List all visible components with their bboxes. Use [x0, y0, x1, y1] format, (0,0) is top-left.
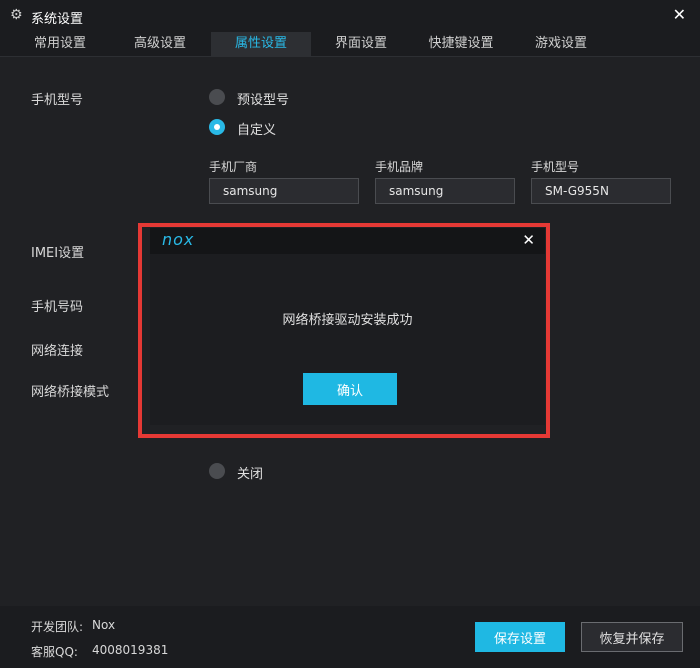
team-label: 开发团队:: [31, 620, 84, 634]
model-input[interactable]: [531, 178, 671, 204]
tab-shortcut-settings[interactable]: 快捷键设置: [411, 32, 511, 56]
tab-game-settings[interactable]: 游戏设置: [511, 32, 611, 56]
radio-preset-model-label: 预设型号: [237, 93, 290, 108]
radio-bridge-off-label: 关闭: [237, 467, 264, 482]
highlight-box: [138, 223, 550, 438]
tab-bar: 常用设置 高级设置 属性设置 界面设置 快捷键设置 游戏设置: [0, 32, 700, 56]
radio-bridge-off[interactable]: [209, 463, 225, 479]
radio-custom-model-label: 自定义: [237, 123, 277, 138]
phone-number-label: 手机号码: [31, 300, 84, 315]
window-title: 系统设置: [31, 12, 84, 27]
gear-icon: ⚙: [10, 7, 23, 23]
brand-label: 手机品牌: [375, 160, 424, 174]
imei-label: IMEI设置: [31, 246, 85, 261]
network-label: 网络连接: [31, 344, 84, 359]
title-bar: ⚙ 系统设置 ✕: [0, 0, 700, 32]
tab-property-settings[interactable]: 属性设置: [211, 32, 311, 56]
bridge-mode-label: 网络桥接模式: [31, 385, 110, 400]
qq-value: 4008019381: [92, 643, 169, 657]
radio-preset-model[interactable]: [209, 89, 225, 105]
manufacturer-input[interactable]: [209, 178, 359, 204]
model-label: 手机型号: [531, 160, 580, 174]
close-icon[interactable]: ✕: [673, 5, 686, 24]
tab-advanced-settings[interactable]: 高级设置: [110, 32, 210, 56]
radio-custom-model[interactable]: [209, 119, 225, 135]
tab-divider: [0, 56, 700, 57]
team-value: Nox: [92, 618, 116, 632]
tab-common-settings[interactable]: 常用设置: [10, 32, 110, 56]
phone-model-label: 手机型号: [31, 93, 84, 108]
manufacturer-label: 手机厂商: [209, 160, 258, 174]
tab-interface-settings[interactable]: 界面设置: [311, 32, 411, 56]
qq-label: 客服QQ:: [31, 645, 78, 659]
brand-input[interactable]: [375, 178, 515, 204]
save-settings-button[interactable]: 保存设置: [475, 622, 565, 652]
restore-and-save-button[interactable]: 恢复并保存: [581, 622, 683, 652]
